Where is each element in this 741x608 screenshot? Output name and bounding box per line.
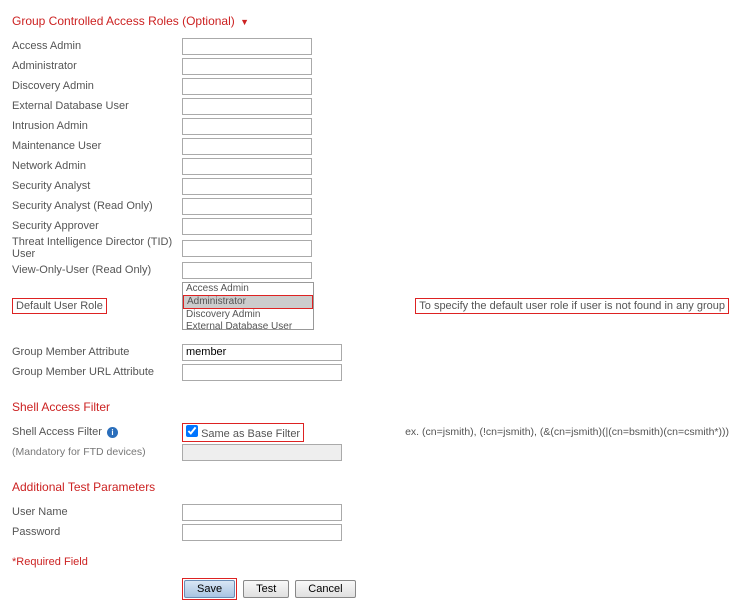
test-button[interactable]: Test (243, 580, 289, 598)
role-label-intrusion-admin: Intrusion Admin (12, 120, 182, 132)
same-as-base-filter-label: Same as Base Filter (201, 428, 300, 440)
role-label-maintenance-user: Maintenance User (12, 140, 182, 152)
group-roles-title: Group Controlled Access Roles (Optional) (12, 14, 235, 28)
save-button[interactable]: Save (184, 580, 235, 598)
same-as-base-filter-checkbox[interactable] (186, 425, 198, 437)
info-icon[interactable]: i (107, 427, 118, 438)
same-as-base-filter-wrap: Same as Base Filter (182, 423, 304, 442)
cancel-button[interactable]: Cancel (295, 580, 355, 598)
role-label-access-admin: Access Admin (12, 40, 182, 52)
role-input-external-db-user[interactable] (182, 98, 312, 115)
role-label-view-only-user: View-Only-User (Read Only) (12, 264, 182, 276)
role-input-network-admin[interactable] (182, 158, 312, 175)
role-input-intrusion-admin[interactable] (182, 118, 312, 135)
shell-filter-example: ex. (cn=jsmith), (!cn=jsmith), (&(cn=jsm… (385, 426, 729, 438)
role-label-network-admin: Network Admin (12, 160, 182, 172)
shell-mandatory-note: (Mandatory for FTD devices) (12, 446, 182, 458)
shell-access-filter-label: Shell Access Filter (12, 426, 102, 438)
collapse-arrow-icon: ▼ (240, 17, 249, 27)
group-member-attr-label: Group Member Attribute (12, 346, 182, 358)
listbox-option-administrator[interactable]: Administrator (183, 295, 313, 309)
role-input-view-only-user[interactable] (182, 262, 312, 279)
role-label-tid-user: Threat Intelligence Director (TID) User (12, 236, 182, 260)
role-input-access-admin[interactable] (182, 38, 312, 55)
required-field-note: *Required Field (12, 556, 729, 568)
role-label-security-approver: Security Approver (12, 220, 182, 232)
default-user-role-listbox[interactable]: Access Admin Administrator Discovery Adm… (182, 282, 314, 330)
role-label-external-db-user: External Database User (12, 100, 182, 112)
role-input-security-analyst[interactable] (182, 178, 312, 195)
role-label-discovery-admin: Discovery Admin (12, 80, 182, 92)
group-member-attr-input[interactable] (182, 344, 342, 361)
additional-test-params-header: Additional Test Parameters (12, 480, 729, 494)
listbox-option-access-admin[interactable]: Access Admin (183, 283, 313, 295)
role-input-security-analyst-ro[interactable] (182, 198, 312, 215)
role-input-administrator[interactable] (182, 58, 312, 75)
group-member-url-attr-label: Group Member URL Attribute (12, 366, 182, 378)
role-input-tid-user[interactable] (182, 240, 312, 257)
listbox-option-external-db-user[interactable]: External Database User (183, 321, 313, 330)
default-user-role-label: Default User Role (12, 298, 107, 314)
role-input-discovery-admin[interactable] (182, 78, 312, 95)
shell-access-filter-header: Shell Access Filter (12, 400, 729, 414)
role-input-maintenance-user[interactable] (182, 138, 312, 155)
role-input-security-approver[interactable] (182, 218, 312, 235)
password-input[interactable] (182, 524, 342, 541)
username-input[interactable] (182, 504, 342, 521)
group-roles-section-header[interactable]: Group Controlled Access Roles (Optional)… (12, 14, 729, 28)
role-label-security-analyst-ro: Security Analyst (Read Only) (12, 200, 182, 212)
group-member-url-attr-input[interactable] (182, 364, 342, 381)
default-user-role-hint: To specify the default user role if user… (415, 298, 729, 314)
username-label: User Name (12, 506, 182, 518)
listbox-option-discovery-admin[interactable]: Discovery Admin (183, 309, 313, 321)
password-label: Password (12, 526, 182, 538)
role-label-administrator: Administrator (12, 60, 182, 72)
shell-filter-input (182, 444, 342, 461)
role-label-security-analyst: Security Analyst (12, 180, 182, 192)
